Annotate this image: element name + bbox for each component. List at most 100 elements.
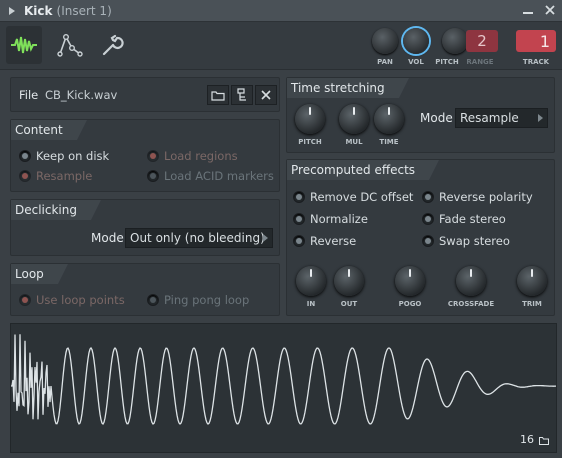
loop-title: Loop bbox=[11, 264, 68, 284]
resample-option[interactable]: Resample bbox=[19, 169, 92, 183]
out-knob[interactable] bbox=[334, 266, 364, 296]
fade-stereo-radio[interactable] bbox=[422, 213, 434, 225]
fade-stereo-label: Fade stereo bbox=[439, 212, 506, 226]
swap-stereo-radio[interactable] bbox=[422, 235, 434, 247]
open-folder-button[interactable] bbox=[207, 85, 229, 105]
crossfade-knob[interactable] bbox=[456, 266, 486, 296]
pogo-knob[interactable] bbox=[395, 266, 425, 296]
window-title: Kick bbox=[24, 3, 53, 18]
stretch-pitch-label: PITCH bbox=[298, 138, 322, 146]
declicking-mode-label: Mode bbox=[91, 231, 124, 245]
clear-file-button[interactable] bbox=[255, 85, 277, 105]
reverse-polarity-option[interactable]: Reverse polarity bbox=[422, 190, 533, 204]
ping-pong-option[interactable]: Ping pong loop bbox=[147, 293, 249, 307]
file-tree-icon bbox=[237, 88, 246, 101]
stretch-mode-value: Resample bbox=[460, 111, 519, 125]
settings-tab[interactable] bbox=[94, 26, 130, 64]
load-acid-radio[interactable] bbox=[147, 170, 159, 182]
reverse-label: Reverse bbox=[310, 234, 357, 248]
time-stretching-title: Time stretching bbox=[287, 78, 409, 98]
use-loop-points-radio[interactable] bbox=[19, 294, 31, 306]
folder-small-icon[interactable] bbox=[539, 436, 549, 445]
reverse-option[interactable]: Reverse bbox=[293, 234, 356, 248]
fade-stereo-option[interactable]: Fade stereo bbox=[422, 212, 506, 226]
in-knob[interactable] bbox=[296, 266, 326, 296]
collapse-arrow-icon[interactable] bbox=[8, 6, 16, 15]
dropdown-arrow-icon bbox=[263, 234, 268, 242]
precomputed-effects-panel: Precomputed effects Remove DC offset Nor… bbox=[286, 159, 555, 316]
ping-pong-radio[interactable] bbox=[147, 294, 159, 306]
resample-radio[interactable] bbox=[19, 170, 31, 182]
keep-on-disk-label: Keep on disk bbox=[36, 149, 110, 163]
track-display[interactable]: 1 bbox=[516, 30, 556, 52]
content-panel: Content Keep on disk Resample Load regio… bbox=[10, 119, 280, 192]
keep-on-disk-option[interactable]: Keep on disk bbox=[19, 149, 109, 163]
edit-file-button[interactable] bbox=[231, 85, 253, 105]
use-loop-points-option[interactable]: Use loop points bbox=[19, 293, 125, 307]
file-label: File bbox=[19, 88, 39, 102]
window-subtitle: (Insert 1) bbox=[56, 3, 112, 18]
pitch-knob[interactable] bbox=[442, 28, 468, 54]
file-panel: File CB_Kick.wav bbox=[10, 77, 280, 112]
declicking-title: Declicking bbox=[11, 200, 101, 220]
load-regions-option[interactable]: Load regions bbox=[147, 149, 238, 163]
waveform-trace bbox=[11, 334, 556, 426]
crossfade-label: CROSSFADE bbox=[447, 300, 495, 308]
normalize-option[interactable]: Normalize bbox=[293, 212, 368, 226]
ping-pong-label: Ping pong loop bbox=[164, 293, 250, 307]
stretch-mul-knob[interactable] bbox=[339, 104, 369, 134]
trim-knob[interactable] bbox=[517, 266, 547, 296]
remove-dc-radio[interactable] bbox=[293, 191, 305, 203]
remove-dc-option[interactable]: Remove DC offset bbox=[293, 190, 413, 204]
stretch-time-label: TIME bbox=[379, 138, 399, 146]
sample-count: 16 bbox=[520, 433, 534, 446]
waveform-tab[interactable] bbox=[6, 26, 42, 64]
stretch-time-knob[interactable] bbox=[374, 104, 404, 134]
normalize-radio[interactable] bbox=[293, 213, 305, 225]
load-regions-radio[interactable] bbox=[147, 150, 159, 162]
load-regions-label: Load regions bbox=[164, 149, 238, 163]
trim-label: TRIM bbox=[522, 300, 542, 308]
waveform-icon bbox=[11, 36, 37, 54]
track-label: TRACK bbox=[522, 58, 550, 66]
wrench-icon bbox=[102, 34, 124, 56]
dropdown-arrow-icon bbox=[538, 114, 543, 122]
pogo-label: POGO bbox=[398, 300, 422, 308]
plugin-toolbar: PAN VOL PITCH RANGE 2 1 TRACK bbox=[0, 22, 562, 70]
keep-on-disk-radio[interactable] bbox=[19, 150, 31, 162]
close-icon[interactable] bbox=[544, 4, 556, 16]
volume-label: VOL bbox=[408, 58, 424, 66]
declicking-mode-value: Out only (no bleeding) bbox=[130, 231, 265, 245]
resample-label: Resample bbox=[36, 169, 93, 183]
content-title: Content bbox=[11, 120, 87, 140]
time-stretching-panel: Time stretching PITCH MUL TIME Mode Resa… bbox=[286, 77, 555, 153]
reverse-polarity-label: Reverse polarity bbox=[439, 190, 533, 204]
minimize-icon[interactable] bbox=[522, 4, 534, 16]
load-acid-option[interactable]: Load ACID markers bbox=[147, 169, 274, 183]
declicking-mode-select[interactable]: Out only (no bleeding) bbox=[125, 228, 273, 248]
stretch-mode-label: Mode bbox=[420, 111, 453, 125]
envelope-tab[interactable] bbox=[52, 26, 88, 64]
waveform-display[interactable]: 16 bbox=[10, 323, 557, 453]
remove-dc-label: Remove DC offset bbox=[310, 190, 414, 204]
close-small-icon bbox=[261, 90, 271, 100]
volume-knob[interactable] bbox=[403, 28, 429, 54]
out-label: OUT bbox=[340, 300, 358, 308]
swap-stereo-option[interactable]: Swap stereo bbox=[422, 234, 510, 248]
declicking-panel: Declicking Mode Out only (no bleeding) bbox=[10, 199, 280, 256]
reverse-polarity-radio[interactable] bbox=[422, 191, 434, 203]
envelope-icon bbox=[57, 34, 83, 57]
file-name: CB_Kick.wav bbox=[45, 88, 118, 102]
use-loop-points-label: Use loop points bbox=[36, 293, 125, 307]
loop-panel: Loop Use loop points Ping pong loop bbox=[10, 263, 280, 316]
precomputed-title: Precomputed effects bbox=[287, 160, 440, 180]
range-display[interactable]: 2 bbox=[466, 30, 498, 52]
title-bar: Kick (Insert 1) bbox=[0, 0, 562, 22]
reverse-radio[interactable] bbox=[293, 235, 305, 247]
normalize-label: Normalize bbox=[310, 212, 368, 226]
waveform-graph bbox=[11, 334, 556, 426]
pan-knob[interactable] bbox=[372, 28, 398, 54]
stretch-pitch-knob[interactable] bbox=[295, 104, 325, 134]
stretch-mode-select[interactable]: Resample bbox=[455, 108, 548, 128]
folder-icon bbox=[211, 90, 225, 101]
